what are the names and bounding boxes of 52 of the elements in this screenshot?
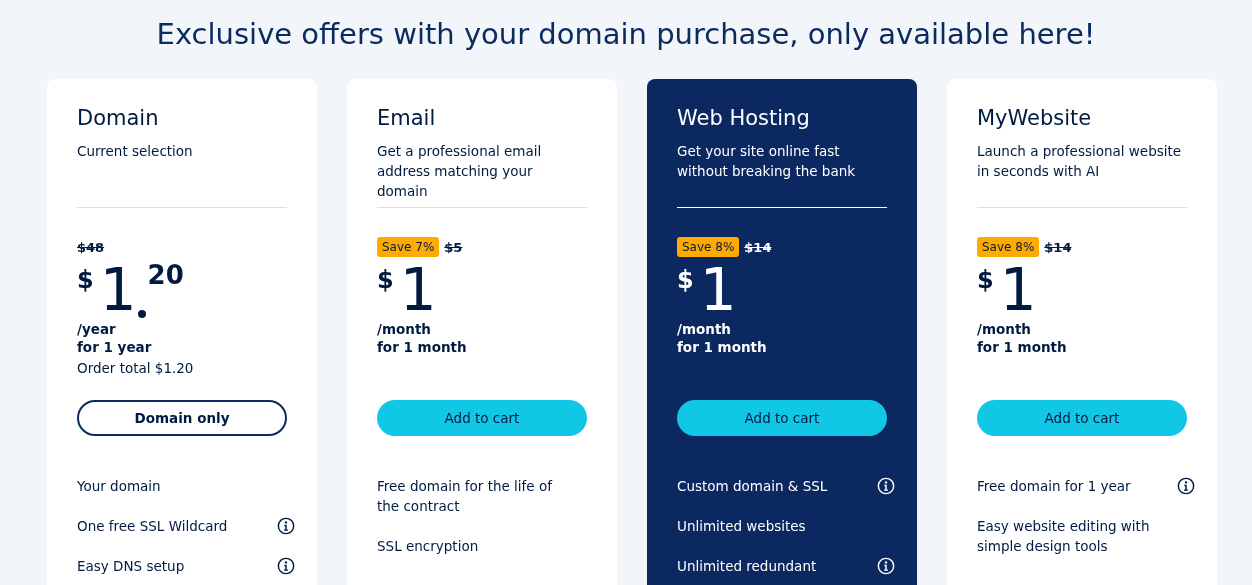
currency-symbol: $ [77,266,94,294]
plan-description: Get a professional email address matching your domain [377,142,543,201]
plan-description: Current selection [77,142,194,161]
decimal-dot-icon [137,310,146,318]
price-amount: 1 [99,260,137,320]
plan-description: Launch a professional website in seconds with AI [977,142,1183,181]
feature-text: One free SSL Wildcard [77,517,228,536]
billing-period: /month [977,320,1032,338]
billing-term: for 1 year [77,338,153,356]
info-icon[interactable] [277,517,295,535]
currency-symbol: $ [377,266,394,294]
info-icon[interactable] [277,557,295,575]
feature-text: Easy DNS setup [77,557,185,576]
price-amount: 1 [699,260,737,320]
discount-badge: Save 8% [677,237,740,257]
currency-symbol: $ [977,266,994,294]
billing-term: for 1 month [977,338,1068,356]
discount-badge: Save 8% [977,237,1040,257]
old-price: $14 [1044,239,1072,255]
plan-name: Email [377,105,437,131]
feature-text: Custom domain & SSL [677,477,828,496]
plan-name: Domain [77,105,160,131]
cart-button[interactable]: Domain only [77,400,287,436]
plan-name: MyWebsite [977,105,1093,131]
cart-button[interactable]: Add to cart [677,400,887,436]
old-price: $14 [744,239,772,255]
old-price: $5 [444,239,463,255]
billing-period: /year [77,320,117,338]
feature-text: Free domain for the life of the contract [377,477,554,516]
feature-text: Easy website editing with simple design tools [977,517,1151,556]
plan-description: Get your site online fast without breaking the bank [677,142,857,181]
currency-symbol: $ [677,266,694,294]
page-heading: Exclusive offers with your domain purchase, only available here! [155,16,1097,53]
feature-text: Unlimited websites [677,517,806,536]
billing-period: /month [377,320,432,338]
feature-text: Your domain [77,477,161,496]
info-icon[interactable] [1177,477,1195,495]
cart-button[interactable]: Add to cart [377,400,587,436]
feature-text: SSL encryption [377,537,479,556]
feature-text: Unlimited redundant [677,557,817,576]
price-cents: 20 [147,260,184,290]
order-total: Order total $1.20 [77,359,195,378]
plan-name: Web Hosting [677,105,811,131]
feature-text: Free domain for 1 year [977,477,1131,496]
discount-badge: Save 7% [377,237,440,257]
billing-term: for 1 month [677,338,768,356]
price-amount: 1 [999,260,1037,320]
billing-period: /month [677,320,732,338]
billing-term: for 1 month [377,338,468,356]
old-price: $48 [77,239,105,255]
price-amount: 1 [399,260,437,320]
cart-button[interactable]: Add to cart [977,400,1187,436]
